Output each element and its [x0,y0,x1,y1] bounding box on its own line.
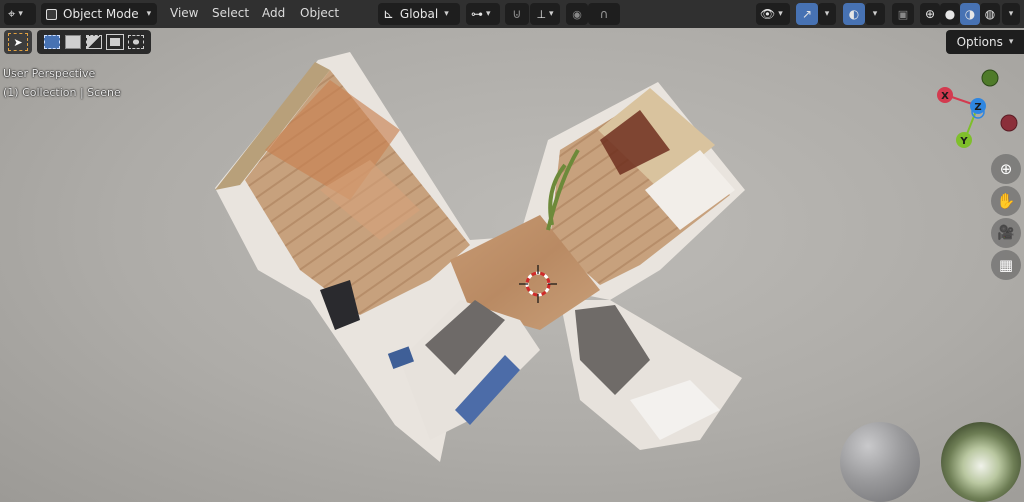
transform-orientation-dropdown[interactable]: ⊾ Global ▾ [378,3,460,25]
options-dropdown[interactable]: Options ▾ [946,30,1024,54]
camera-icon: 🎥 [997,225,1015,241]
camera-view-button[interactable]: 🎥 [991,218,1021,248]
shading-solid-button[interactable]: ● [940,3,960,25]
select-extend-icon[interactable] [64,35,81,49]
proportional-edit-toggle[interactable]: ◉ [566,3,588,25]
menu-select[interactable]: Select [212,6,249,20]
selection-mode-group [37,30,151,54]
shading-rendered-button[interactable]: ◍ [980,3,1000,25]
object-mode-icon [46,8,57,20]
z-axis-label: Z [974,102,981,113]
overlays-toggle[interactable]: ◐ [843,3,865,25]
view-perspective-label: User Perspective [3,67,96,80]
wireframe-sphere-icon: ⊕ [924,7,936,21]
shading-material-button[interactable]: ◑ [960,3,980,25]
snap-target-dropdown[interactable]: ⊥ ▾ [530,3,560,25]
perspective-toggle-button[interactable]: ▦ [991,250,1021,280]
eye-icon: 👁 [760,7,776,21]
proportional-edit-icon: ◉ [572,7,582,21]
overlays-dropdown[interactable]: ▾ [865,3,885,25]
gizmo-icon: ↗ [801,7,813,21]
select-tool-button[interactable]: ➤ [4,30,32,54]
pivot-icon: ⊶ [471,7,483,21]
mode-label: Object Mode [63,7,139,21]
gizmo-dropdown[interactable]: ▾ [818,3,836,25]
shading-dropdown[interactable]: ▾ [1002,3,1020,25]
select-subtract-icon[interactable] [85,35,102,49]
select-new-icon[interactable] [43,35,60,49]
shading-wireframe-button[interactable]: ⊕ [920,3,940,25]
y-axis-label: Y [959,136,968,147]
options-label: Options [956,35,1003,49]
zoom-button[interactable]: ⊕ [991,154,1021,184]
mode-dropdown[interactable]: Object Mode ▾ [41,3,157,25]
xray-icon: ▣ [897,7,909,21]
menu-add[interactable]: Add [262,6,285,20]
3d-viewport[interactable]: ⌖ ▾ Object Mode ▾ View Select Add Object ⊾… [0,0,1024,502]
falloff-curve-icon: ∩ [599,7,609,21]
cursor-arrow-icon: ➤ [13,35,23,49]
x-axis-label: X [941,91,949,102]
grid-perspective-icon: ▦ [998,256,1014,274]
pivot-point-dropdown[interactable]: ⊶ ▾ [466,3,500,25]
orientation-axes-icon: ⊾ [383,6,394,22]
hdri-preview-sphere [941,422,1021,502]
collection-label: (1) Collection | Scene [3,86,121,99]
menu-object[interactable]: Object [300,6,339,20]
viewport-header: ⌖ ▾ Object Mode ▾ View Select Add Object ⊾… [0,0,1024,28]
magnet-icon: ⊍ [512,6,522,22]
hand-pan-icon: ✋ [996,192,1016,210]
menu-view[interactable]: View [170,6,198,20]
solid-sphere-icon: ● [944,7,956,21]
navigation-gizmo[interactable]: X Y Z [928,62,1024,152]
editor-type-icon: ⌖ [8,6,16,22]
orientation-label: Global [399,7,439,21]
proportional-falloff-dropdown[interactable]: ∩ [588,3,620,25]
neg-y-axis-icon[interactable] [981,69,999,87]
material-preview-sphere [840,422,920,502]
visibility-dropdown[interactable]: 👁 ▾ [756,3,790,25]
xray-toggle[interactable]: ▣ [892,3,914,25]
pan-button[interactable]: ✋ [991,186,1021,216]
gizmo-toggle[interactable]: ↗ [796,3,818,25]
overlays-icon: ◐ [848,7,860,21]
zoom-icon: ⊕ [999,160,1013,178]
select-intersect-icon[interactable] [128,35,145,49]
rendered-sphere-icon: ◍ [984,7,996,21]
neg-x-axis-icon[interactable] [1000,114,1018,132]
snap-increment-icon: ⊥ [536,7,547,21]
material-sphere-icon: ◑ [964,7,976,21]
snap-toggle[interactable]: ⊍ [505,3,529,25]
select-invert-icon[interactable] [106,34,125,50]
editor-type-button[interactable]: ⌖ ▾ [4,3,36,25]
